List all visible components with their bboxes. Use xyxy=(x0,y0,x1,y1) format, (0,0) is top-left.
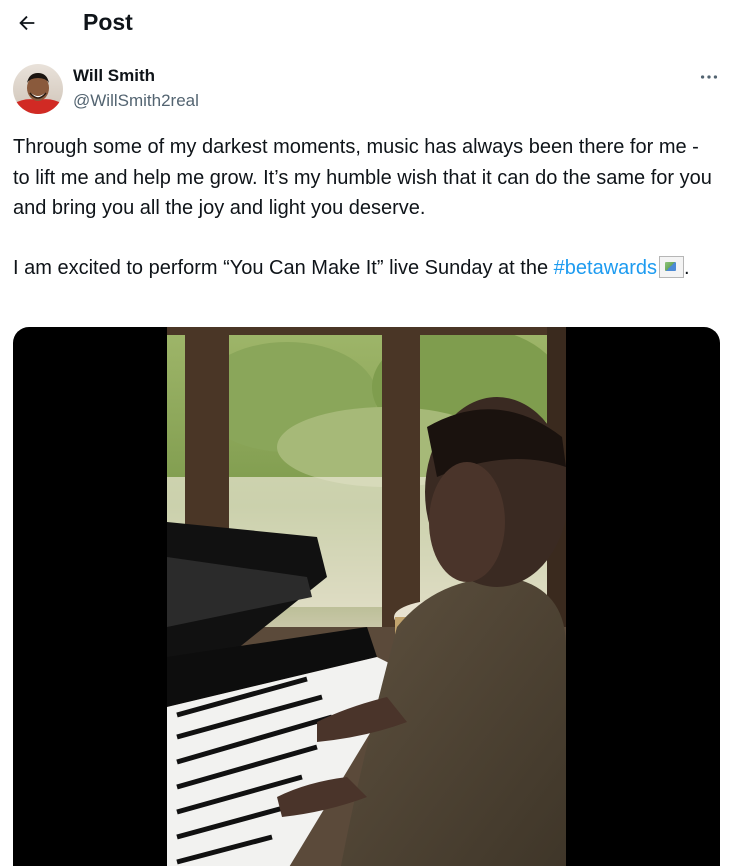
broken-image-icon xyxy=(659,255,685,278)
tweet-paragraph-2-end: . xyxy=(684,256,690,279)
arrow-left-icon xyxy=(19,15,35,31)
tweet-paragraph-1: Through some of my darkest moments, musi… xyxy=(13,136,712,219)
author-handle[interactable]: @WillSmith2real xyxy=(73,91,199,111)
hashtag-link[interactable]: #betawards xyxy=(554,257,657,279)
author-name[interactable]: Will Smith xyxy=(73,66,155,86)
post-header: Post xyxy=(0,0,732,48)
avatar[interactable] xyxy=(13,64,63,114)
tweet-text: Through some of my darkest moments, musi… xyxy=(13,132,719,283)
video-player[interactable] xyxy=(13,327,720,866)
tweet-paragraph-2-text: I am excited to perform “You Can Make It… xyxy=(13,256,554,279)
tweet-paragraph-2: I am excited to perform “You Can Make It… xyxy=(13,253,719,284)
page-title: Post xyxy=(83,9,133,35)
back-button[interactable] xyxy=(12,8,42,38)
more-horizontal-icon xyxy=(700,75,718,79)
more-options-button[interactable] xyxy=(694,62,724,92)
video-frame xyxy=(167,327,566,866)
